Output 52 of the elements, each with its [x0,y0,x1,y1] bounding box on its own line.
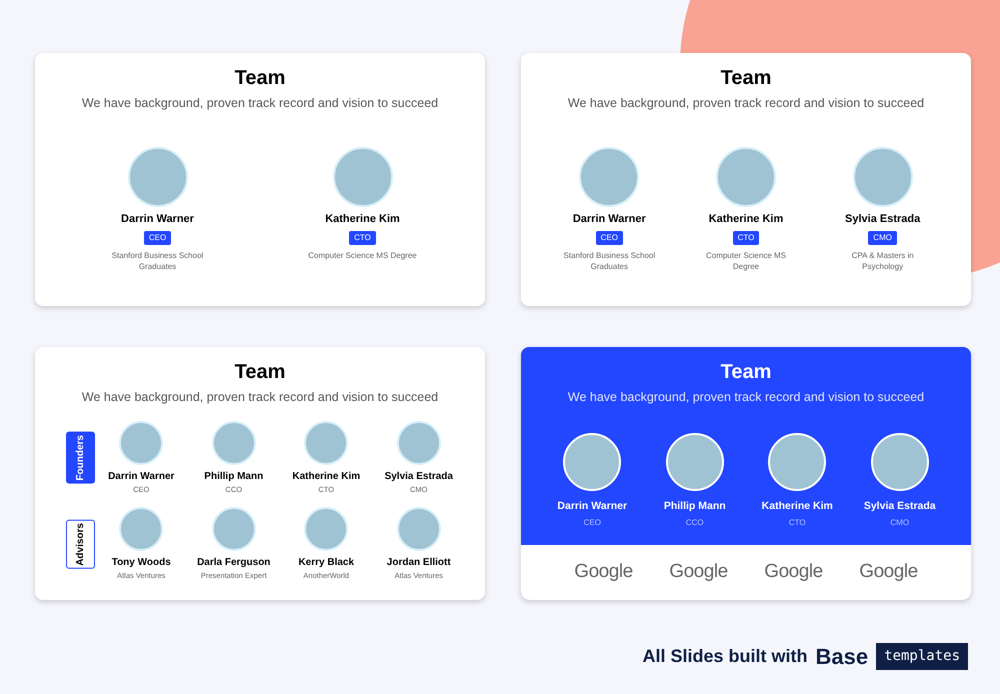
member-role: CTO [788,516,806,528]
slide-title: Team [720,360,772,385]
member-name: Darla Ferguson [197,556,270,570]
member-note: Computer Science MS Degree [704,250,787,272]
avatar-placeholder [396,507,441,551]
avatar-placeholder [212,507,256,551]
slide-title: Team [234,66,286,91]
slide-subtitle: We have background, proven track record and vision to succeed [82,95,438,112]
member-role: CCO [686,516,704,528]
logo-wordmark: Google [669,560,728,584]
member-name: Darrin Warner [557,498,628,514]
member-name: Kerry Black [298,556,354,570]
group-label: Advisors [66,520,95,569]
member-name: Jordan Elliott [386,556,451,570]
member-role: CMO [890,516,910,528]
member-name: Katherine Kim [708,212,784,227]
logo-wordmark: Google [574,560,633,584]
avatar-placeholder [304,507,348,551]
member-name: Sylvia Estrada [845,212,920,227]
member-name: Phillip Mann [204,470,264,484]
member-name: Katherine Kim [325,212,400,227]
footer-text: All Slides built with [642,645,808,668]
member-name: Darrin Warner [108,470,174,484]
member-note: CPA & Masters in Psychology [850,250,915,272]
role-badge: CTO [732,231,760,246]
role-badge: CMO [868,231,897,246]
role-badge: CEO [144,231,172,246]
member-name: Tony Woods [112,556,171,570]
member-note: Stanford Business School Graduates [562,250,656,272]
member-name: Phillip Mann [664,498,726,514]
member-name: Katherine Kim [292,470,360,484]
slide-title: Team [720,66,772,91]
member-name: Sylvia Estrada [384,470,453,484]
group-label: Founders [66,432,95,484]
member-note: Stanford Business School Graduates [110,250,204,272]
avatar-placeholder [119,507,164,551]
brand-badge: templates [876,643,968,670]
member-name: Katherine Kim [762,498,833,514]
logo-wordmark: Google [764,560,823,584]
member-note: Computer Science MS Degree [308,250,417,262]
logo-wordmark: Google [859,560,918,584]
member-role: CEO [584,516,601,528]
slide-subtitle: We have background, proven track record and vision to succeed [568,389,924,406]
member-name: Darrin Warner [572,212,646,227]
slide-subtitle: We have background, proven track record and vision to succeed [82,389,438,406]
slide-subtitle: We have background, proven track record and vision to succeed [568,95,924,112]
slide-title: Team [234,360,286,385]
member-name: Darrin Warner [121,212,194,227]
member-name: Sylvia Estrada [864,498,936,514]
role-badge: CEO [596,231,623,246]
brand-name: Base [816,643,868,671]
role-badge: CTO [349,231,376,246]
